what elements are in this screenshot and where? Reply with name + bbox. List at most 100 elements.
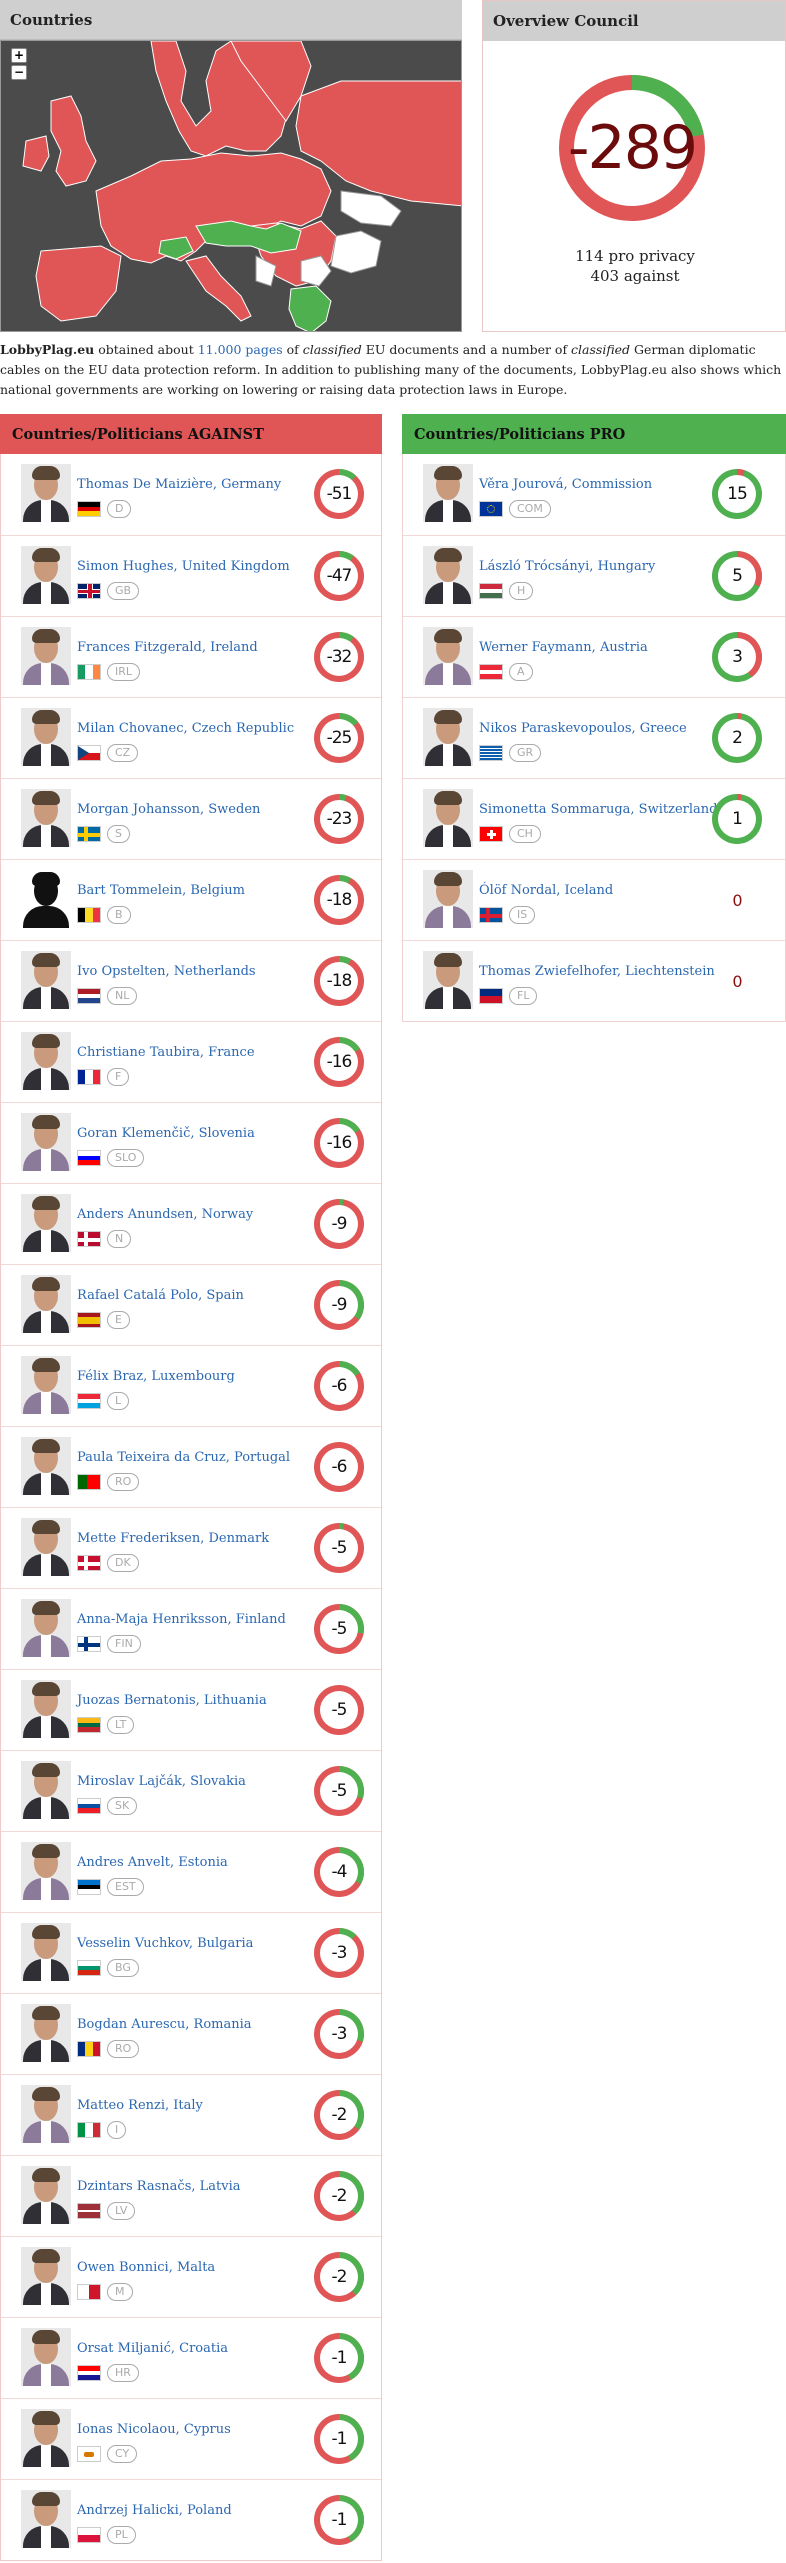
politician-link[interactable]: Mette Frederiksen, Denmark bbox=[77, 1531, 269, 1546]
score-value: -6 bbox=[331, 1457, 348, 1477]
politician-link[interactable]: Werner Faymann, Austria bbox=[479, 640, 648, 655]
map-zoom-out-button[interactable]: − bbox=[11, 65, 27, 80]
politician-link[interactable]: Morgan Johansson, Sweden bbox=[77, 802, 260, 817]
against-column: Countries/Politicians AGAINST Thomas De … bbox=[0, 414, 382, 2561]
politician-photo bbox=[21, 1032, 71, 1090]
politician-photo bbox=[21, 789, 71, 847]
country-code-badge: M bbox=[107, 2283, 133, 2301]
politician-photo bbox=[21, 546, 71, 604]
against-row: Vesselin Vuchkov, Bulgaria BG -3 bbox=[1, 1912, 381, 1993]
politician-link[interactable]: Andrzej Halicki, Poland bbox=[77, 2503, 232, 2518]
politician-photo bbox=[423, 789, 473, 847]
politician-link[interactable]: László Trócsányi, Hungary bbox=[479, 559, 655, 574]
country-code-badge: RO bbox=[107, 1473, 140, 1491]
score-value: -1 bbox=[331, 2348, 348, 2368]
overview-against-count: 403 against bbox=[590, 267, 680, 285]
against-row: Anna-Maja Henriksson, Finland FIN -5 bbox=[1, 1588, 381, 1669]
politician-link[interactable]: Ionas Nicolaou, Cyprus bbox=[77, 2422, 231, 2437]
politician-link[interactable]: Owen Bonnici, Malta bbox=[77, 2260, 215, 2275]
country-code-badge: FIN bbox=[107, 1635, 141, 1653]
country-code-badge: IS bbox=[509, 906, 536, 924]
against-row: Rafael Catalá Polo, Spain E -9 bbox=[1, 1264, 381, 1345]
politician-link[interactable]: Anna-Maja Henriksson, Finland bbox=[77, 1612, 286, 1627]
country-code-badge: S bbox=[107, 825, 130, 843]
country-code-badge: CY bbox=[107, 2445, 138, 2463]
country-code-badge: CZ bbox=[107, 744, 139, 762]
country-code-badge: COM bbox=[509, 500, 551, 518]
europe-map[interactable]: + − bbox=[0, 40, 462, 332]
pro-row: Thomas Zwiefelhofer, Liechtenstein FL 0 bbox=[403, 940, 785, 1021]
against-row: Goran Klemenčič, Slovenia SLO -16 bbox=[1, 1102, 381, 1183]
intro-text-3: EU documents and a number of bbox=[361, 342, 572, 357]
country-flag-icon bbox=[77, 988, 101, 1004]
country-flag-icon bbox=[77, 2122, 101, 2138]
politician-link[interactable]: Orsat Miljanić, Croatia bbox=[77, 2341, 228, 2356]
politician-link[interactable]: Bart Tommelein, Belgium bbox=[77, 883, 245, 898]
politician-link[interactable]: Dzintars Rasnačs, Latvia bbox=[77, 2179, 241, 2194]
politician-link[interactable]: Vesselin Vuchkov, Bulgaria bbox=[77, 1936, 253, 1951]
politician-link[interactable]: Ólöf Nordal, Iceland bbox=[479, 883, 613, 898]
politician-link[interactable]: Simonetta Sommaruga, Switzerland bbox=[479, 802, 717, 817]
score-value: 0 bbox=[732, 890, 742, 910]
overview-pro-count: 114 pro privacy bbox=[575, 247, 695, 265]
against-row: Andres Anvelt, Estonia EST -4 bbox=[1, 1831, 381, 1912]
politician-link[interactable]: Rafael Catalá Polo, Spain bbox=[77, 1288, 244, 1303]
politician-photo bbox=[423, 464, 473, 522]
pro-row: Nikos Paraskevopoulos, Greece GR 2 bbox=[403, 697, 785, 778]
politician-link[interactable]: Andres Anvelt, Estonia bbox=[77, 1855, 228, 1870]
score-value: 0 bbox=[732, 971, 742, 991]
politician-link[interactable]: Miroslav Lajčák, Slovakia bbox=[77, 1774, 246, 1789]
politician-link[interactable]: Goran Klemenčič, Slovenia bbox=[77, 1126, 255, 1141]
politician-link[interactable]: Félix Braz, Luxembourg bbox=[77, 1369, 235, 1384]
politician-link[interactable]: Juozas Bernatonis, Lithuania bbox=[77, 1693, 267, 1708]
politician-photo bbox=[21, 708, 71, 766]
politician-link[interactable]: Matteo Renzi, Italy bbox=[77, 2098, 203, 2113]
politician-link[interactable]: Paula Teixeira da Cruz, Portugal bbox=[77, 1450, 290, 1465]
country-flag-icon bbox=[77, 907, 101, 923]
map-zoom-in-button[interactable]: + bbox=[11, 48, 27, 63]
politician-photo bbox=[21, 1923, 71, 1981]
country-code-badge: EST bbox=[107, 1878, 144, 1896]
country-code-badge: BG bbox=[107, 1959, 139, 1977]
country-code-badge: NL bbox=[107, 987, 138, 1005]
country-flag-icon bbox=[77, 1393, 101, 1409]
politician-link[interactable]: Thomas Zwiefelhofer, Liechtenstein bbox=[479, 964, 715, 979]
politician-link[interactable]: Ivo Opstelten, Netherlands bbox=[77, 964, 256, 979]
politician-photo bbox=[21, 1761, 71, 1819]
score-value: -1 bbox=[331, 2429, 348, 2449]
pages-link[interactable]: 11.000 pages bbox=[198, 342, 283, 357]
politician-photo bbox=[423, 627, 473, 685]
against-column-title: Countries/Politicians AGAINST bbox=[0, 414, 382, 454]
politician-link[interactable]: Bogdan Aurescu, Romania bbox=[77, 2017, 252, 2032]
country-code-badge: H bbox=[509, 582, 534, 600]
against-row: Ivo Opstelten, Netherlands NL -18 bbox=[1, 940, 381, 1021]
score-value: -2 bbox=[331, 2267, 348, 2287]
politician-link[interactable]: Anders Anundsen, Norway bbox=[77, 1207, 253, 1222]
politician-link[interactable]: Thomas De Maizière, Germany bbox=[77, 477, 281, 492]
against-row: Orsat Miljanić, Croatia HR -1 bbox=[1, 2317, 381, 2398]
country-flag-icon bbox=[479, 664, 503, 680]
score-value: 2 bbox=[732, 728, 743, 748]
against-row: Thomas De Maizière, Germany D -51 bbox=[1, 454, 381, 535]
politician-link[interactable]: Věra Jourová, Commission bbox=[479, 477, 652, 492]
against-row: Ionas Nicolaou, Cyprus CY -1 bbox=[1, 2398, 381, 2479]
country-flag-icon bbox=[77, 1231, 101, 1247]
intro-emphasis-2: classified bbox=[571, 342, 631, 357]
politician-photo bbox=[21, 627, 71, 685]
intro-site-name: LobbyPlag.eu bbox=[0, 342, 95, 357]
politician-link[interactable]: Christiane Taubira, France bbox=[77, 1045, 255, 1060]
politician-link[interactable]: Frances Fitzgerald, Ireland bbox=[77, 640, 258, 655]
against-row: Bart Tommelein, Belgium B -18 bbox=[1, 859, 381, 940]
politician-link[interactable]: Milan Chovanec, Czech Republic bbox=[77, 721, 294, 736]
countries-panel: Countries + − bbox=[0, 0, 462, 332]
country-flag-icon bbox=[479, 583, 503, 599]
country-code-badge: GB bbox=[107, 582, 140, 600]
europe-map-svg[interactable] bbox=[1, 41, 462, 332]
politician-link[interactable]: Nikos Paraskevopoulos, Greece bbox=[479, 721, 687, 736]
country-flag-icon bbox=[77, 1636, 101, 1652]
country-flag-icon bbox=[77, 1312, 101, 1328]
country-flag-icon bbox=[77, 2446, 101, 2462]
politician-link[interactable]: Simon Hughes, United Kingdom bbox=[77, 559, 290, 574]
score-value: -32 bbox=[326, 647, 353, 667]
country-code-badge: SK bbox=[107, 1797, 138, 1815]
